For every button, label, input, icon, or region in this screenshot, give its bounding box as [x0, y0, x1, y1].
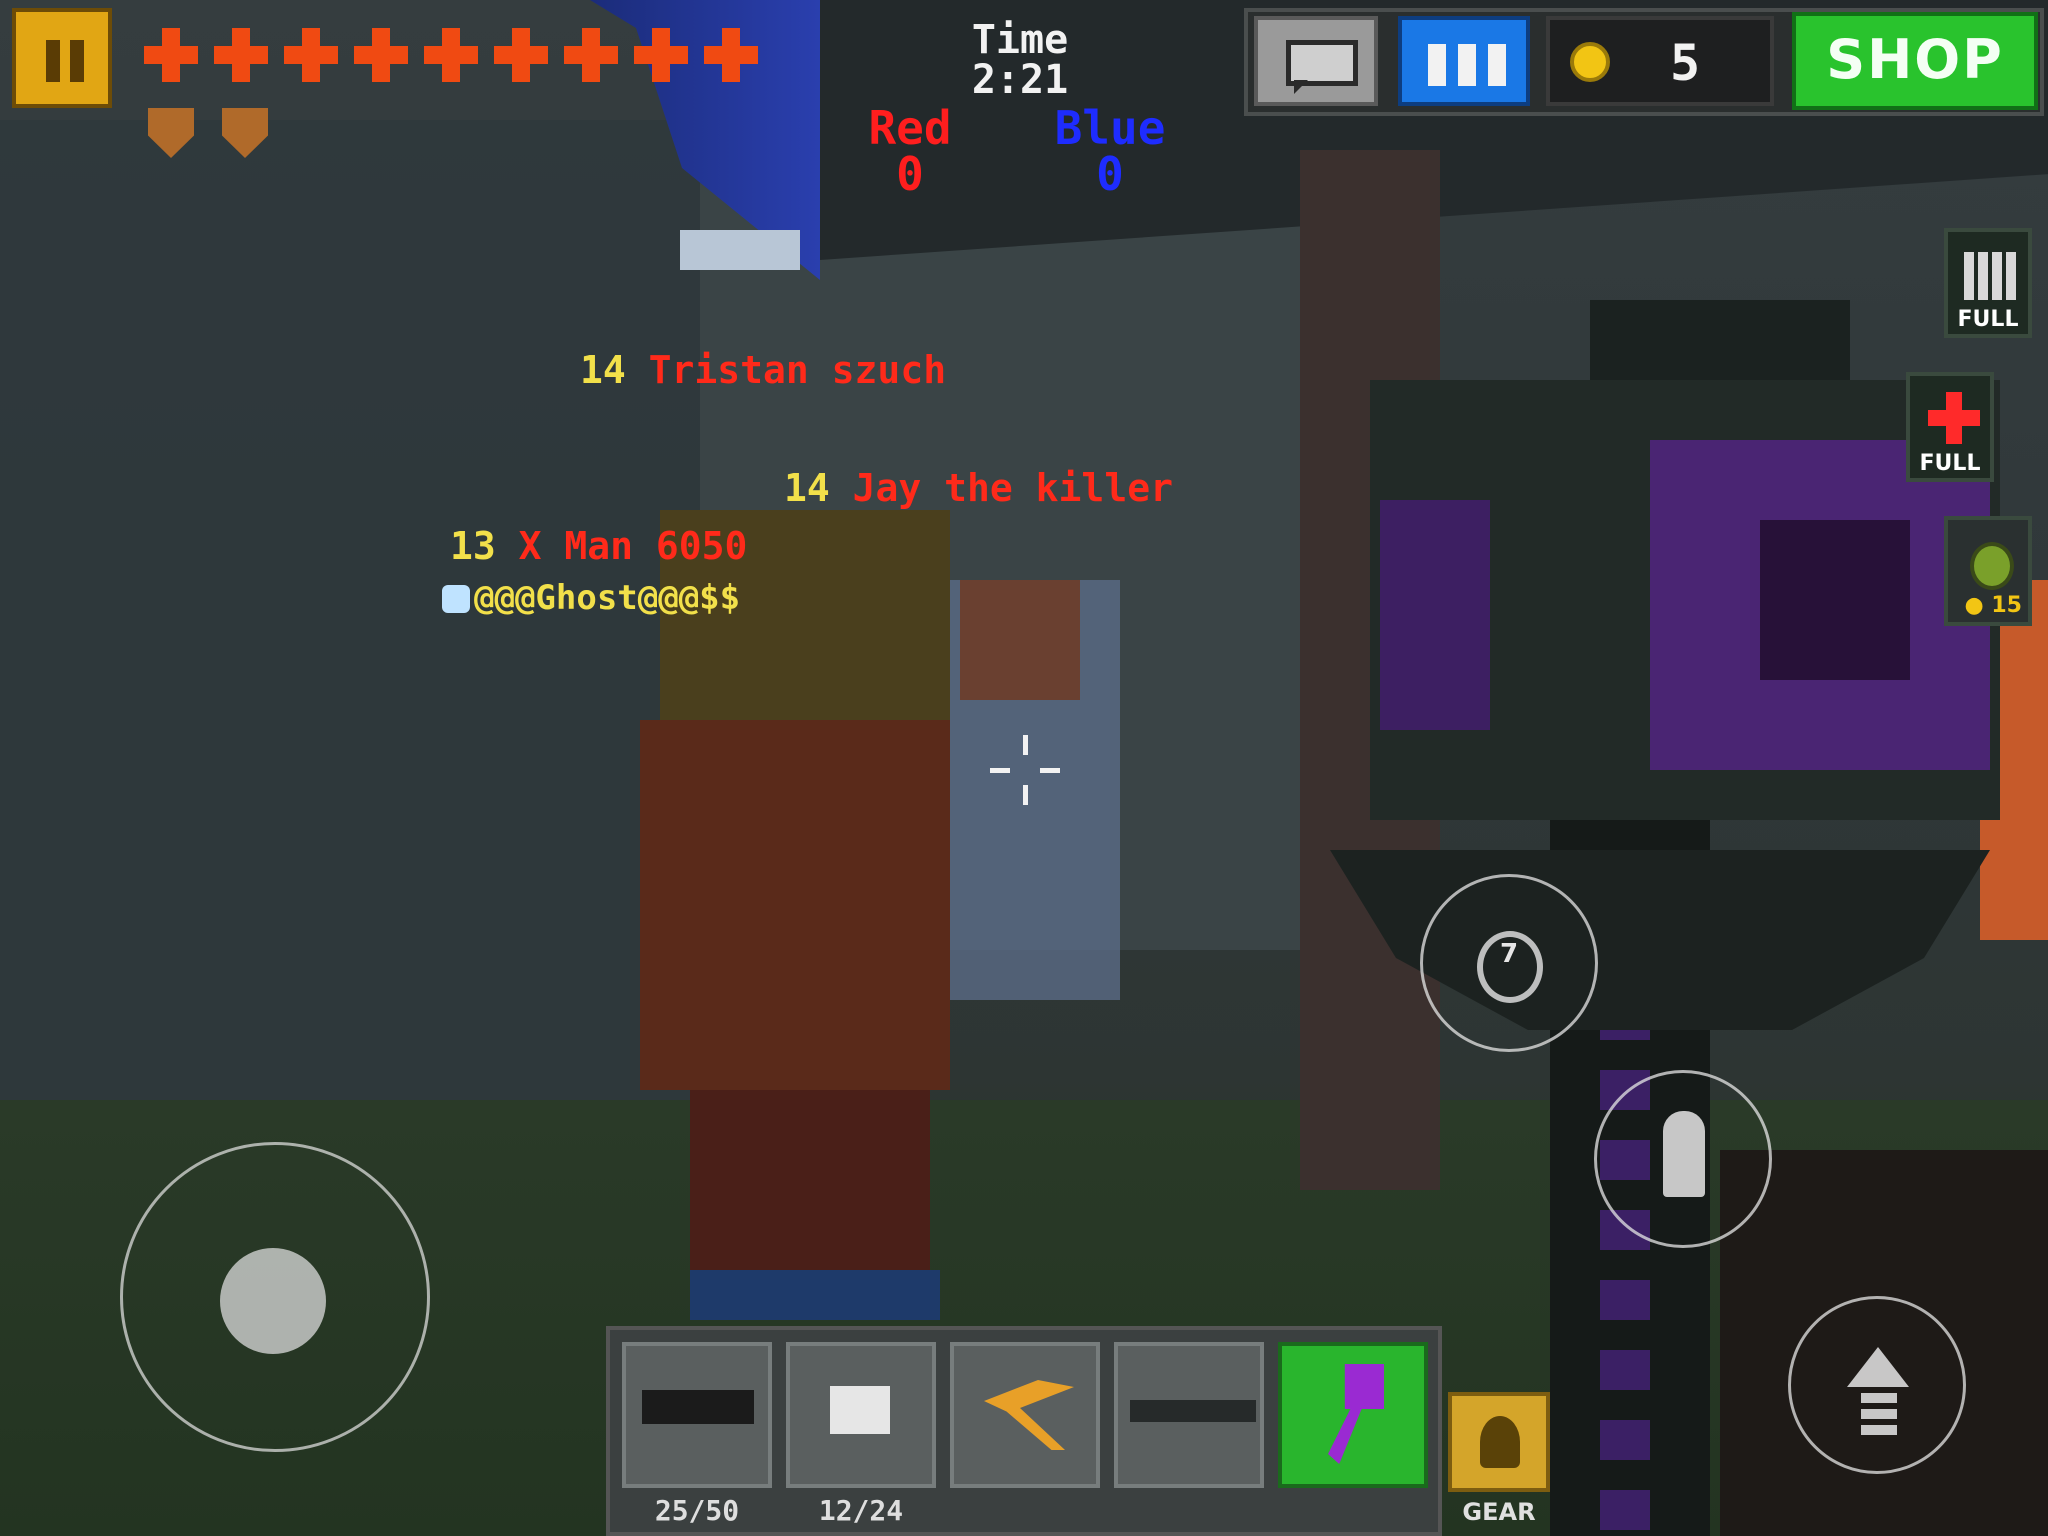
- throw-grenade-button[interactable]: 7: [1420, 874, 1598, 1052]
- health-icon: [560, 24, 622, 86]
- weapon-slot-pickaxe[interactable]: [950, 1342, 1100, 1488]
- armor-bar: [148, 108, 268, 158]
- timer-value: 2:21: [971, 57, 1069, 103]
- pistol-icon: [830, 1386, 890, 1434]
- blue-team-value: 0: [1096, 147, 1124, 201]
- health-icon: [700, 24, 762, 86]
- buy-medkit-button[interactable]: FULL: [1906, 372, 1994, 482]
- timer-label: Time: [971, 17, 1069, 63]
- weapon-slot-sniper-rifle[interactable]: [1114, 1342, 1264, 1488]
- weapon-slot-assault-rifle[interactable]: [622, 1342, 772, 1488]
- red-team-value: 0: [896, 147, 924, 201]
- shop-button[interactable]: SHOP: [1792, 12, 2038, 110]
- coin-counter: 5: [1546, 16, 1774, 106]
- grenade-count: 7: [1499, 939, 1519, 969]
- grenade-icon: [1970, 542, 2014, 590]
- held-weapon-eye-pupil: [1760, 520, 1910, 680]
- team-scoreboard: Red 0 Blue 0: [840, 105, 1240, 205]
- player-name: Tristan szuch: [648, 348, 947, 392]
- armor-icon: [222, 108, 268, 158]
- blue-team-label: Blue: [1054, 101, 1166, 155]
- pause-icon: [46, 40, 60, 82]
- team-icon: [1428, 44, 1446, 86]
- health-icon: [280, 24, 342, 86]
- held-weapon-side-eye: [1380, 500, 1490, 730]
- sniper-rifle-icon: [1130, 1400, 1256, 1422]
- health-icon: [490, 24, 552, 86]
- medkit-status: FULL: [1919, 451, 1981, 476]
- red-team-score: Red 0: [840, 105, 980, 197]
- health-icon: [210, 24, 272, 86]
- gear-icon: [1480, 1416, 1520, 1468]
- red-team-label: Red: [868, 101, 952, 155]
- crosshair: [990, 735, 1060, 805]
- pause-button[interactable]: [12, 8, 112, 108]
- health-icon: [420, 24, 482, 86]
- enemy-player-2-head: [960, 580, 1080, 700]
- enemy-player-torso: [640, 720, 950, 1090]
- player-nametag: 14 Tristan szuch: [580, 350, 946, 390]
- ammo-icon: [1964, 252, 2016, 300]
- player-nametag: @@@Ghost@@@$$: [442, 576, 740, 618]
- magic-staff-icon: [1328, 1364, 1384, 1464]
- buy-ammo-button[interactable]: FULL: [1944, 228, 2032, 338]
- blue-team-score: Blue 0: [1040, 105, 1180, 197]
- held-weapon-top: [1590, 300, 1850, 390]
- weapon-ammo: 25/50: [654, 1494, 740, 1527]
- health-icon: [350, 24, 412, 86]
- weapon-ammo: 12/24: [818, 1494, 904, 1527]
- gear-label: GEAR: [1462, 1498, 1536, 1526]
- grenade-price: ● 15: [1964, 593, 2022, 618]
- armor-icon: [148, 108, 194, 158]
- player-level: 14: [580, 348, 626, 392]
- health-icon: [630, 24, 692, 86]
- coin-icon: [1570, 42, 1610, 82]
- assault-rifle-icon: [642, 1390, 754, 1424]
- jump-arrow-icon: [1847, 1347, 1909, 1387]
- jump-button[interactable]: [1788, 1296, 1966, 1474]
- player-name: X Man 6050: [518, 524, 748, 568]
- bullet-icon: [1663, 1111, 1705, 1197]
- joystick-knob[interactable]: [220, 1248, 326, 1354]
- pickaxe-icon: [984, 1380, 1074, 1450]
- coin-count: 5: [1670, 34, 1701, 92]
- player-level: 13: [450, 524, 496, 568]
- fire-button[interactable]: [1594, 1070, 1772, 1248]
- enemy-player-feet: [690, 1270, 940, 1320]
- match-timer: Time 2:21: [940, 20, 1100, 100]
- chat-button[interactable]: [1254, 16, 1378, 106]
- player-name: @@@Ghost@@@$$: [474, 578, 741, 618]
- player-name: Jay the killer: [852, 466, 1173, 510]
- health-icon: [140, 24, 202, 86]
- player-nametag: 14 Jay the killer: [784, 468, 1173, 508]
- buy-grenade-button[interactable]: ● 15: [1944, 516, 2032, 626]
- team-button[interactable]: [1398, 16, 1530, 106]
- weapon-slot-magic-staff[interactable]: [1278, 1342, 1428, 1488]
- player-level: 14: [784, 466, 830, 510]
- chat-icon: [1286, 40, 1358, 86]
- weapon-slot-pistol[interactable]: [786, 1342, 936, 1488]
- player-nametag: 13 X Man 6050: [450, 526, 747, 566]
- health-bar: [140, 24, 762, 86]
- gear-button[interactable]: [1448, 1392, 1550, 1492]
- ammo-status: FULL: [1957, 307, 2019, 332]
- skull-icon: [442, 584, 470, 613]
- banner-stripe: [680, 230, 800, 270]
